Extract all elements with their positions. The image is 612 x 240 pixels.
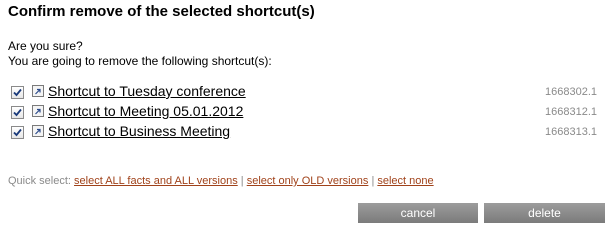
- checkmark-icon: [13, 108, 22, 117]
- select-old-link[interactable]: select only OLD versions: [247, 175, 369, 187]
- list-item: Shortcut to Tuesday conference 1668302.1: [11, 83, 597, 104]
- shortcut-id: 1668302.1: [545, 86, 597, 98]
- checkmark-icon: [13, 128, 22, 137]
- delete-button[interactable]: delete: [484, 203, 605, 223]
- dialog-title: Confirm remove of the selected shortcut(…: [8, 3, 315, 20]
- shortcut-icon: [32, 85, 44, 97]
- shortcut-list: Shortcut to Tuesday conference 1668302.1…: [11, 83, 597, 144]
- shortcut-link[interactable]: Shortcut to Meeting 05.01.2012: [48, 103, 243, 119]
- shortcut-checkbox[interactable]: [11, 126, 24, 139]
- quick-select-label: Quick select:: [8, 175, 71, 187]
- shortcut-id: 1668313.1: [545, 126, 597, 138]
- shortcut-link[interactable]: Shortcut to Tuesday conference: [48, 83, 246, 99]
- shortcut-id: 1668312.1: [545, 106, 597, 118]
- separator: |: [240, 175, 244, 187]
- list-item: Shortcut to Meeting 05.01.2012 1668312.1: [11, 103, 597, 124]
- shortcut-icon: [32, 125, 44, 137]
- cancel-button[interactable]: cancel: [358, 203, 478, 223]
- shortcut-checkbox[interactable]: [11, 106, 24, 119]
- shortcut-checkbox[interactable]: [11, 86, 24, 99]
- checkmark-icon: [13, 88, 22, 97]
- list-item: Shortcut to Business Meeting 1668313.1: [11, 123, 597, 144]
- select-none-link[interactable]: select none: [377, 175, 433, 187]
- select-all-link[interactable]: select ALL facts and ALL versions: [74, 175, 238, 187]
- confirm-question: Are you sure?: [8, 39, 83, 53]
- shortcut-icon: [32, 105, 44, 117]
- separator: |: [371, 175, 375, 187]
- shortcut-link[interactable]: Shortcut to Business Meeting: [48, 123, 230, 139]
- remove-warning: You are going to remove the following sh…: [8, 54, 272, 68]
- quick-select-bar: Quick select: select ALL facts and ALL v…: [8, 175, 434, 187]
